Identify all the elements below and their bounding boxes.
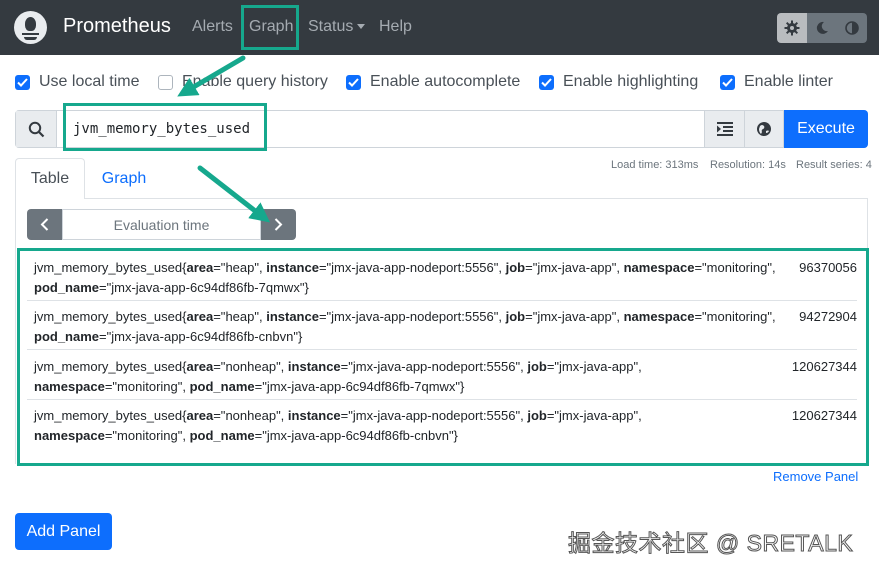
arrow-to-next-button [197,165,271,223]
arrow-to-query [177,55,246,97]
annotation-arrows [177,55,271,223]
